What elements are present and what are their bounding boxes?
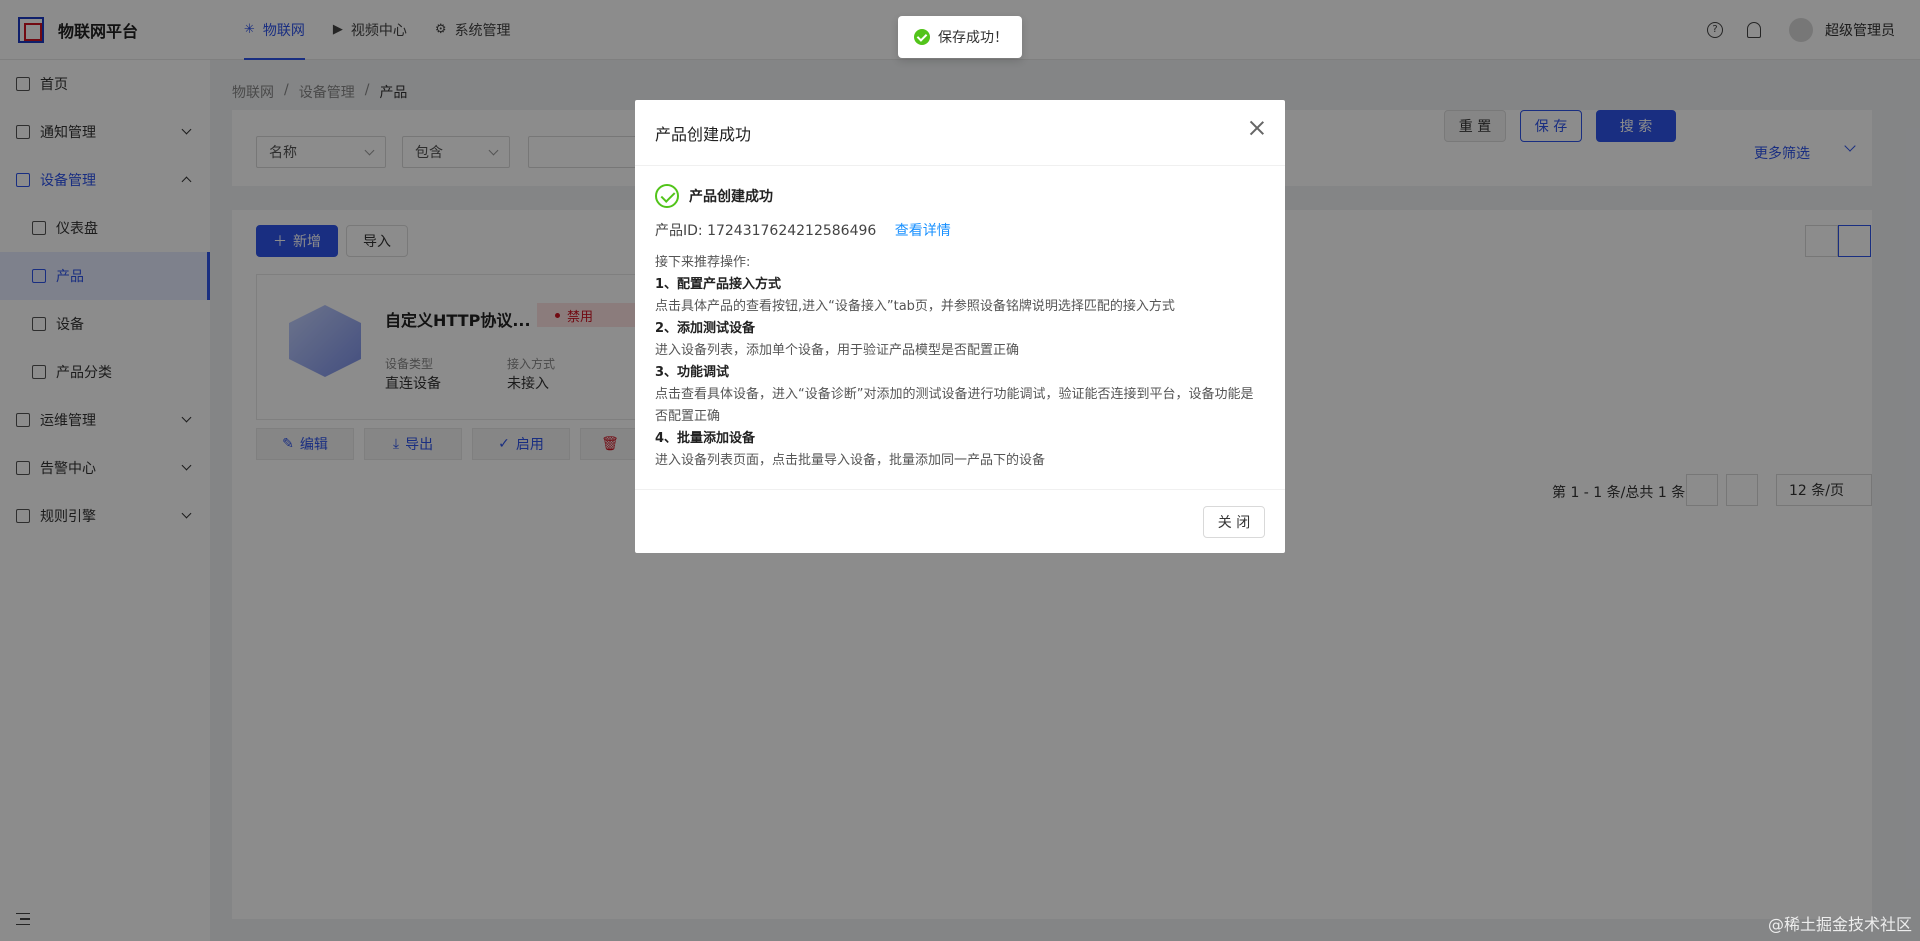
- check-circle-icon: [655, 184, 679, 208]
- product-id-text: 产品ID: 1724317624212586496: [655, 223, 877, 239]
- step-desc: 进入设备列表页面，点击批量导入设备，批量添加同一产品下的设备: [655, 453, 1046, 468]
- step-desc: 进入设备列表，添加单个设备，用于验证产品模型是否配置正确: [655, 343, 1020, 358]
- watermark: @稀土掘金技术社区: [1767, 915, 1912, 934]
- close-button[interactable]: 关 闭: [1203, 506, 1265, 538]
- success-modal: 产品创建成功 产品创建成功 产品ID: 1724317624212586496 …: [635, 100, 1285, 553]
- modal-body: 产品创建成功 产品ID: 1724317624212586496 查看详情 接下…: [635, 166, 1285, 472]
- modal-title: 产品创建成功: [655, 124, 752, 144]
- step-title: 3、功能调试: [655, 365, 730, 380]
- success-title: 产品创建成功: [689, 189, 773, 205]
- modal-footer: 关 闭: [635, 489, 1285, 553]
- success-icon: [914, 29, 930, 45]
- recommended-steps: 接下来推荐操作: 1、配置产品接入方式 点击具体产品的查看按钮,进入“设备接入”…: [655, 252, 1265, 472]
- modal-header: 产品创建成功: [635, 100, 1285, 166]
- product-id-row: 产品ID: 1724317624212586496 查看详情: [655, 220, 1265, 242]
- step-title: 2、添加测试设备: [655, 321, 756, 336]
- close-icon[interactable]: [1249, 120, 1265, 136]
- success-row: 产品创建成功: [655, 182, 1265, 210]
- step-desc: 点击具体产品的查看按钮,进入“设备接入”tab页，并参照设备铭牌说明选择匹配的接…: [655, 299, 1175, 314]
- steps-intro: 接下来推荐操作:: [655, 255, 751, 270]
- view-detail-link[interactable]: 查看详情: [895, 223, 951, 239]
- toast-text: 保存成功！: [938, 30, 1008, 46]
- step-title: 1、配置产品接入方式: [655, 277, 782, 292]
- step-desc: 点击查看具体设备，进入“设备诊断”对添加的测试设备进行功能调试，验证能否连接到平…: [655, 387, 1254, 424]
- toast-message: 保存成功！: [898, 16, 1022, 58]
- step-title: 4、批量添加设备: [655, 431, 756, 446]
